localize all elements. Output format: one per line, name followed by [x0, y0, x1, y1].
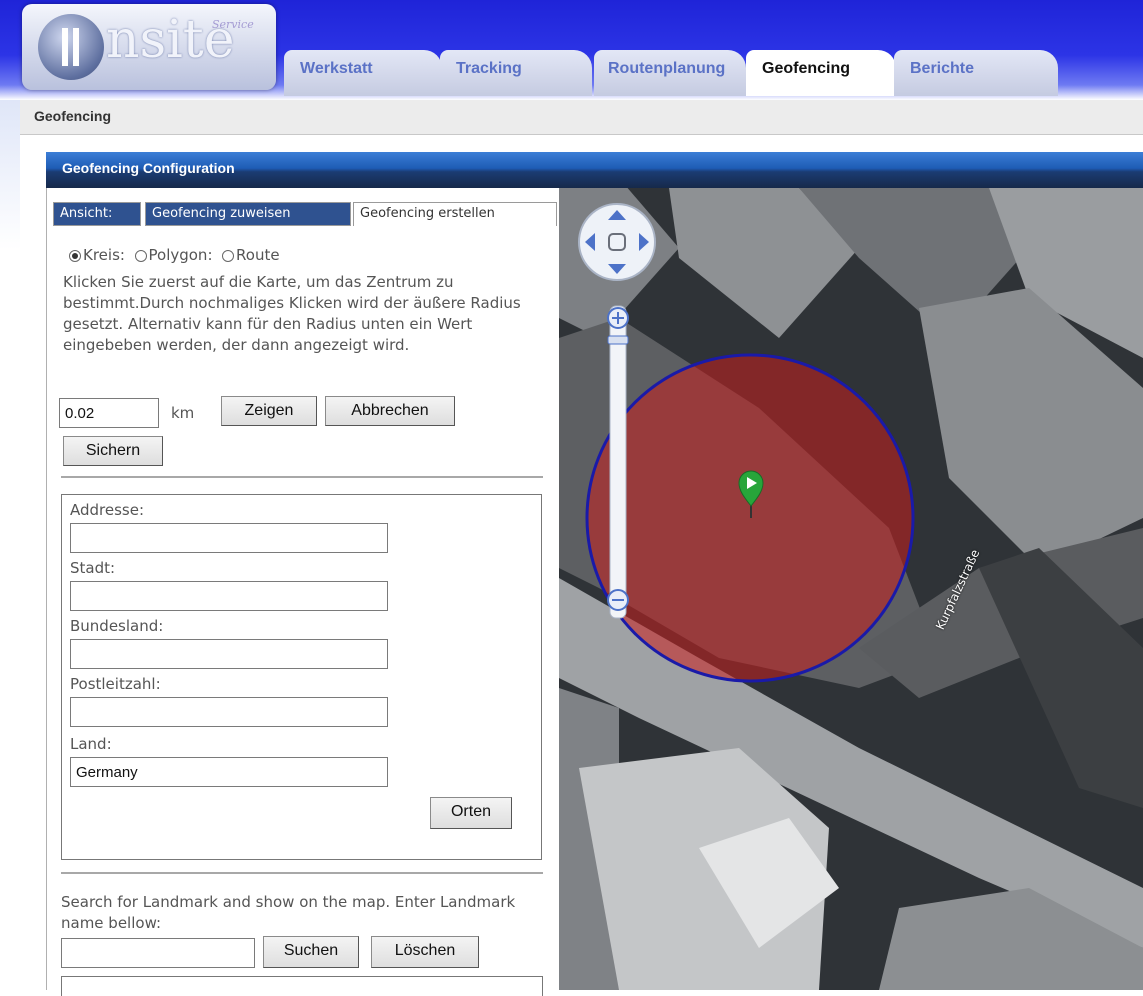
tab-werkstatt[interactable]: Werkstatt	[284, 50, 442, 96]
landmark-results-box	[61, 976, 543, 996]
instructions-text: Klicken Sie zuerst auf die Karte, um das…	[63, 273, 521, 354]
logo-script: Service	[212, 18, 254, 31]
orten-button[interactable]: Orten	[430, 797, 512, 829]
landmark-search-input[interactable]	[61, 938, 255, 968]
tab-routenplanung[interactable]: Routenplanung	[594, 50, 746, 96]
shape-selector: Kreis: Polygon: Route	[69, 246, 280, 264]
radio-route[interactable]	[222, 249, 235, 262]
suchen-button[interactable]: Suchen	[263, 936, 359, 968]
satellite-map[interactable]: Kurpfalzstraße	[559, 188, 1143, 990]
bundesland-input[interactable]	[70, 639, 388, 669]
zoom-handle[interactable]	[607, 335, 629, 345]
bundesland-label: Bundesland:	[70, 617, 164, 635]
subtab-geofencing-zuweisen[interactable]: Geofencing zuweisen	[145, 202, 351, 226]
radio-polygon[interactable]	[134, 249, 147, 262]
subtab-ansicht[interactable]: Ansicht:	[53, 202, 141, 226]
app-header: nsite Service Werkstatt Tracking Routenp…	[0, 0, 1143, 100]
divider	[61, 476, 543, 478]
divider	[61, 872, 543, 874]
zoom-slider[interactable]	[607, 305, 629, 619]
radio-kreis[interactable]	[69, 249, 81, 262]
addresse-label: Addresse:	[70, 501, 145, 519]
page-left-strip	[0, 100, 20, 250]
radius-input[interactable]	[59, 398, 159, 428]
landmark-instructions: Search for Landmark and show on the map.…	[61, 893, 516, 932]
stadt-input[interactable]	[70, 581, 388, 611]
land-input[interactable]	[70, 757, 388, 787]
panel-title: Geofencing Configuration	[62, 160, 235, 176]
postleitzahl-input[interactable]	[70, 697, 388, 727]
land-label: Land:	[70, 735, 112, 753]
radio-kreis-label: Kreis:	[83, 246, 125, 264]
pan-control[interactable]	[578, 203, 656, 281]
app-logo: nsite Service	[22, 4, 276, 90]
radio-polygon-label: Polygon:	[148, 246, 213, 264]
radio-route-label: Route	[236, 246, 280, 264]
tab-tracking[interactable]: Tracking	[440, 50, 592, 96]
tab-berichte[interactable]: Berichte	[894, 50, 1058, 96]
zoom-track[interactable]	[609, 305, 627, 619]
addresse-input[interactable]	[70, 523, 388, 553]
breadcrumb-bar: Geofencing	[20, 100, 1143, 135]
map-canvas	[559, 188, 1143, 990]
geofence-form-panel: Ansicht: Geofencing zuweisen Geofencing …	[46, 188, 560, 996]
panel-title-bar: Geofencing Configuration	[46, 152, 1143, 188]
tab-geofencing[interactable]: Geofencing	[746, 50, 896, 96]
postleitzahl-label: Postleitzahl:	[70, 675, 161, 693]
sichern-button[interactable]: Sichern	[63, 436, 163, 466]
abbrechen-button[interactable]: Abbrechen	[325, 396, 455, 426]
radius-unit: km	[171, 404, 195, 422]
loeschen-button[interactable]: Löschen	[371, 936, 479, 968]
logo-emblem	[38, 14, 104, 80]
subtab-geofencing-erstellen[interactable]: Geofencing erstellen	[353, 202, 557, 226]
zeigen-button[interactable]: Zeigen	[221, 396, 317, 426]
breadcrumb: Geofencing	[34, 108, 112, 124]
stadt-label: Stadt:	[70, 559, 116, 577]
address-box: Addresse: Stadt: Bundesland: Postleitzah…	[61, 494, 542, 860]
